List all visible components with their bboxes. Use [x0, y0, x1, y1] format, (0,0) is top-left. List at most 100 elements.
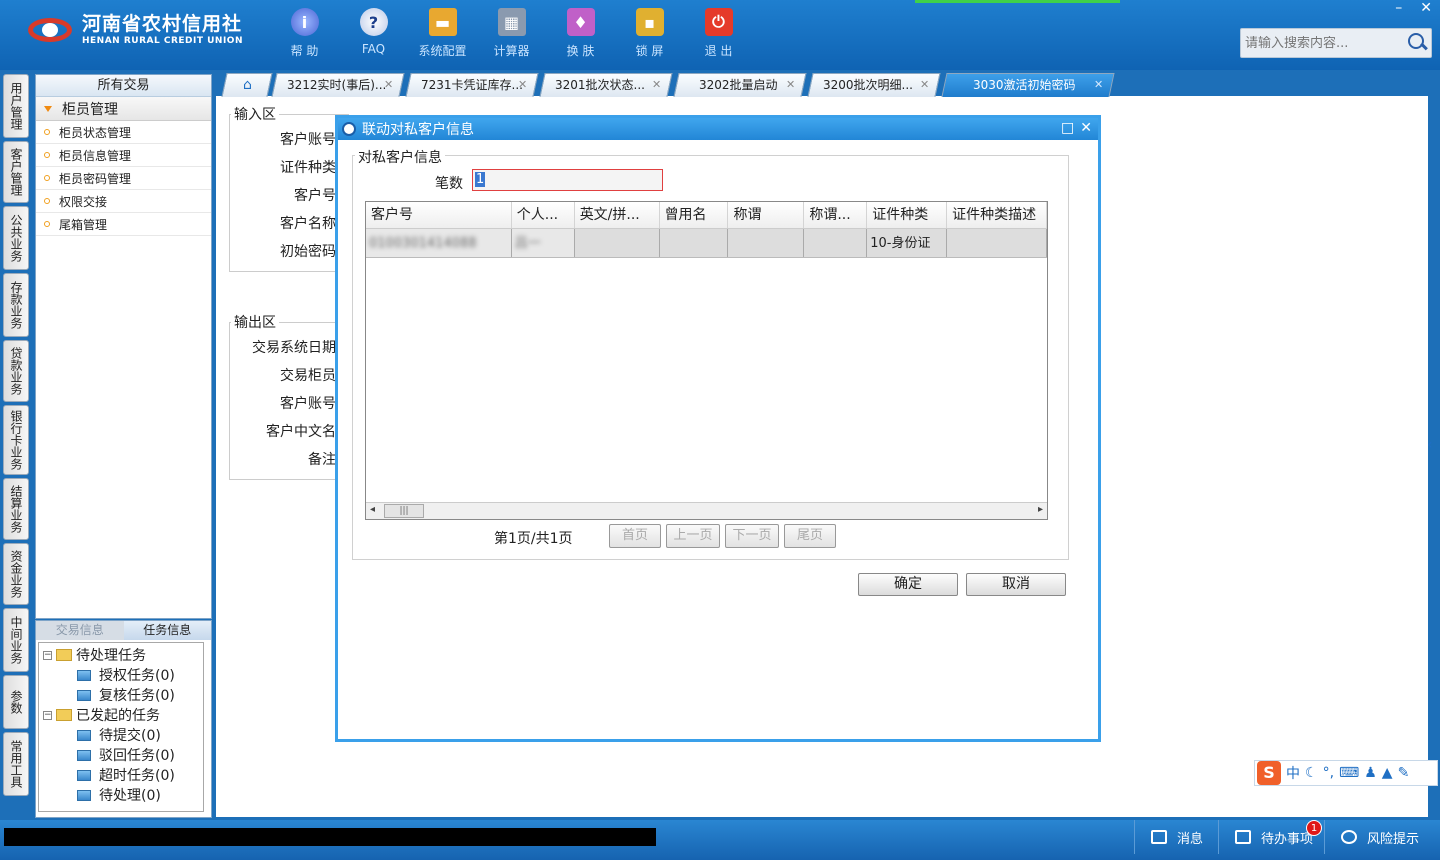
tab-3030-active[interactable]: 3030激活初始密码 ✕ — [941, 73, 1115, 97]
tab-transaction-info[interactable]: 交易信息 — [36, 621, 124, 640]
col-personal[interactable]: 个人... — [512, 202, 575, 228]
cell-english-name — [575, 229, 660, 257]
label-chinese-name: 客户中文名 — [266, 424, 336, 440]
page-info: 第1页/共1页 — [494, 531, 573, 547]
folder-blue-icon — [77, 769, 91, 781]
vnav-loan-business[interactable]: 贷款业务 — [3, 340, 29, 402]
close-tab-icon[interactable]: ✕ — [1094, 74, 1103, 96]
vnav-settlement-business[interactable]: 结算业务 — [3, 478, 29, 540]
help-button[interactable]: i帮 助 — [270, 8, 339, 59]
vnav-user-management[interactable]: 用户管理 — [3, 74, 29, 138]
cell-title — [728, 229, 805, 257]
close-tab-icon[interactable]: ✕ — [384, 74, 393, 96]
faq-button[interactable]: ? FAQ — [339, 8, 408, 59]
maximize-icon[interactable]: □ — [1061, 120, 1074, 136]
menu-item-permission-handover[interactable]: 权限交接 — [36, 190, 211, 213]
col-former-name[interactable]: 曾用名 — [660, 202, 729, 228]
ime-mode-toggle[interactable]: 中 — [1286, 763, 1300, 783]
table-row[interactable]: 0100301414088 吕一 10-身份证 — [366, 229, 1047, 258]
tab-7231[interactable]: 7231卡凭证库存... ✕ — [405, 73, 539, 97]
tree-node-to-process[interactable]: 待处理(0) — [43, 785, 203, 805]
calculator-icon: ▦ — [497, 8, 526, 36]
collapse-right-icon[interactable]: ‹ — [1427, 420, 1437, 470]
messages-button[interactable]: 消息 — [1134, 820, 1218, 854]
power-icon: ⏻ — [704, 8, 733, 36]
confirm-button[interactable]: 确定 — [858, 573, 958, 596]
search-input[interactable] — [1245, 35, 1405, 51]
vnav-customer-management[interactable]: 客户管理 — [3, 141, 29, 203]
teller-management-group[interactable]: 柜员管理 — [36, 97, 211, 121]
customer-info-title: 对私客户信息 — [355, 147, 445, 167]
moon-icon[interactable]: ☾ — [1305, 765, 1318, 781]
last-page-button[interactable]: 尾页 — [784, 524, 836, 548]
user-icon[interactable]: ♟ — [1364, 765, 1377, 781]
calculator-button[interactable]: ▦ 计算器 — [477, 8, 546, 59]
tab-3202[interactable]: 3202批量启动 ✕ — [673, 73, 807, 97]
tree-node-review[interactable]: 复核任务(0) — [43, 685, 203, 705]
risk-alert-button[interactable]: 风险提示 — [1324, 820, 1434, 854]
tree-node-timeout[interactable]: 超时任务(0) — [43, 765, 203, 785]
first-page-button[interactable]: 首页 — [609, 524, 661, 548]
scroll-right-icon[interactable]: ▸ — [1038, 504, 1043, 515]
tree-node-to-submit[interactable]: 待提交(0) — [43, 725, 203, 745]
vnav-bank-card-business[interactable]: 银行卡业务 — [3, 405, 29, 475]
skin-button[interactable]: ♦ 换 肤 — [546, 8, 615, 59]
tab-3201[interactable]: 3201批次状态... ✕ — [539, 73, 673, 97]
search-icon[interactable] — [1405, 31, 1429, 55]
col-english-name[interactable]: 英文/拼... — [575, 202, 660, 228]
menu-item-teller-status[interactable]: 柜员状态管理 — [36, 121, 211, 144]
collapse-icon[interactable]: − — [43, 710, 52, 720]
close-dialog-icon[interactable]: ✕ — [1080, 120, 1092, 136]
close-tab-icon[interactable]: ✕ — [652, 74, 661, 96]
close-tab-icon[interactable]: ✕ — [920, 74, 929, 96]
vnav-deposit-business[interactable]: 存款业务 — [3, 273, 29, 337]
system-config-button[interactable]: ▬ 系统配置 — [408, 8, 477, 59]
vnav-public-business[interactable]: 公共业务 — [3, 206, 29, 270]
menu-item-tail-box[interactable]: 尾箱管理 — [36, 213, 211, 236]
tab-home[interactable]: ⌂ — [221, 73, 273, 97]
wrench-icon[interactable]: ✎ — [1398, 765, 1410, 781]
close-tab-icon[interactable]: ✕ — [518, 74, 527, 96]
app-header: 河南省农村信用社 HENAN RURAL CREDIT UNION i帮 助 ?… — [0, 0, 1440, 70]
tree-node-authorize[interactable]: 授权任务(0) — [43, 665, 203, 685]
prev-page-button[interactable]: 上一页 — [666, 524, 720, 548]
col-title[interactable]: 称谓 — [728, 202, 805, 228]
close-window-icon[interactable]: ✕ — [1420, 0, 1432, 16]
bullet-icon — [44, 221, 50, 227]
exit-button[interactable]: ⏻ 退 出 — [684, 8, 753, 59]
tab-task-info[interactable]: 任务信息 — [123, 621, 211, 640]
faq-icon: ? — [359, 8, 388, 36]
col-cert-type[interactable]: 证件种类 — [867, 202, 948, 228]
menu-item-teller-info[interactable]: 柜员信息管理 — [36, 144, 211, 167]
vnav-common-tools[interactable]: 常用工具 — [3, 732, 29, 796]
menu-item-teller-password[interactable]: 柜员密码管理 — [36, 167, 211, 190]
scroll-left-icon[interactable]: ◂ — [370, 504, 375, 515]
cancel-button[interactable]: 取消 — [966, 573, 1066, 596]
vnav-parameters[interactable]: 参数 — [3, 675, 29, 729]
collapse-icon[interactable]: − — [43, 650, 52, 660]
tree-node-started[interactable]: − 已发起的任务 — [43, 705, 203, 725]
horizontal-scrollbar[interactable]: ◂ ||| ▸ — [366, 502, 1047, 519]
lock-screen-button[interactable]: ▪ 锁 屏 — [615, 8, 684, 59]
tab-3200[interactable]: 3200批次明细... ✕ — [807, 73, 941, 97]
col-title-desc[interactable]: 称谓... — [804, 202, 868, 228]
count-field[interactable]: 1 — [472, 169, 663, 191]
next-page-button[interactable]: 下一页 — [725, 524, 779, 548]
input-area-title: 输入区 — [231, 104, 279, 124]
tshirt-icon[interactable]: ▲ — [1382, 765, 1393, 781]
vnav-fund-business[interactable]: 资金业务 — [3, 543, 29, 605]
close-tab-icon[interactable]: ✕ — [786, 74, 795, 96]
scroll-thumb[interactable]: ||| — [384, 504, 424, 518]
vnav-intermediary-business[interactable]: 中间业务 — [3, 608, 29, 672]
tab-3212[interactable]: 3212实时(事后)... ✕ — [271, 73, 405, 97]
keyboard-icon[interactable]: ⌨ — [1339, 765, 1359, 781]
minimize-icon[interactable]: – — [1395, 0, 1402, 16]
transaction-panel: 所有交易 柜员管理 柜员状态管理 柜员信息管理 柜员密码管理 权限交接 尾箱管理 — [35, 74, 212, 619]
col-customer-no[interactable]: 客户号 — [366, 202, 512, 228]
tree-node-pending[interactable]: − 待处理任务 — [43, 645, 203, 665]
col-cert-type-desc[interactable]: 证件种类描述 — [947, 202, 1047, 228]
search-box — [1240, 28, 1432, 58]
tree-node-rejected[interactable]: 驳回任务(0) — [43, 745, 203, 765]
sogou-logo-icon[interactable]: S — [1257, 761, 1281, 785]
punctuation-icon[interactable]: °, — [1323, 765, 1334, 781]
